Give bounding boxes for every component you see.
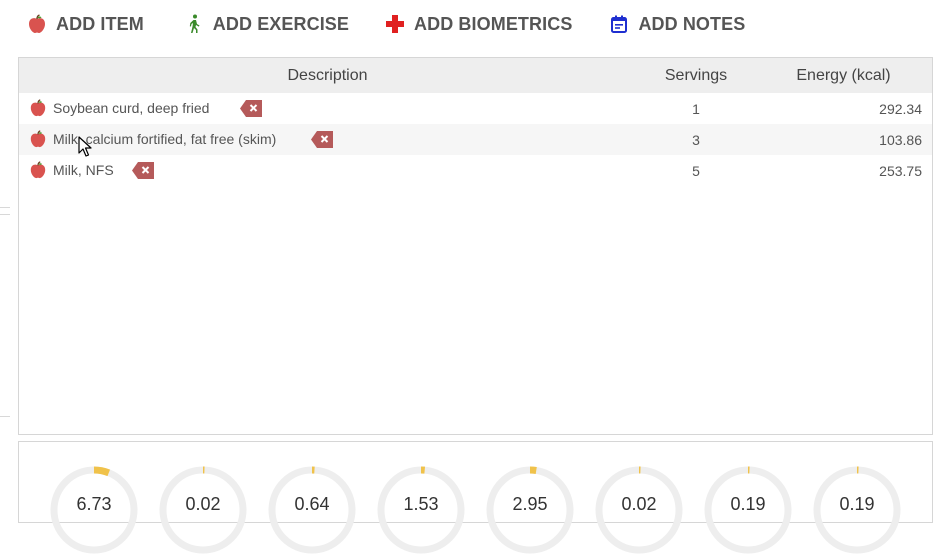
add-toolbar: ADD ITEM ADD EXERCISE ADD BIOMETRICS ADD… bbox=[26, 11, 745, 37]
add-biometrics-button[interactable]: ADD BIOMETRICS bbox=[384, 11, 572, 37]
energy-cell: 253.75 bbox=[879, 163, 922, 179]
nutrient-summary-panel: 6.73 0.02 0.64 1.53 2.95 0.02 0.19 0.19 bbox=[18, 441, 933, 554]
apple-icon bbox=[26, 13, 48, 35]
nutrient-gauge[interactable]: 6.73 bbox=[48, 464, 140, 556]
food-description[interactable]: Milk, NFS bbox=[53, 162, 114, 178]
add-biometrics-label: ADD BIOMETRICS bbox=[414, 13, 573, 34]
calendar-notes-icon bbox=[608, 13, 630, 35]
apple-icon bbox=[29, 161, 47, 179]
add-exercise-label: ADD EXERCISE bbox=[212, 13, 350, 34]
add-notes-button[interactable]: ADD NOTES bbox=[608, 11, 745, 37]
gauge-value: 0.19 bbox=[730, 494, 766, 514]
delete-item-button[interactable] bbox=[240, 100, 262, 117]
add-exercise-button[interactable]: ADD EXERCISE bbox=[183, 11, 349, 37]
gauge-value: 1.53 bbox=[403, 494, 439, 514]
energy-cell: 292.34 bbox=[879, 101, 922, 117]
nutrient-gauge[interactable]: 0.64 bbox=[266, 464, 358, 556]
medical-cross-icon bbox=[384, 13, 406, 35]
nutrient-gauge[interactable]: 0.02 bbox=[157, 464, 249, 556]
table-header: Description Servings Energy (kcal) bbox=[19, 58, 932, 93]
table-row[interactable]: Milk, NFS 5 253.75 bbox=[19, 155, 932, 186]
food-description[interactable]: Soybean curd, deep fried bbox=[53, 100, 209, 116]
nutrient-gauge[interactable]: 0.02 bbox=[593, 464, 685, 556]
servings-cell[interactable]: 1 bbox=[636, 101, 756, 117]
table-row[interactable]: Milk, calcium fortified, fat free (skim)… bbox=[19, 124, 932, 155]
left-guide-mark bbox=[0, 214, 10, 215]
mouse-cursor-icon bbox=[78, 136, 92, 157]
energy-column-header[interactable]: Energy (kcal) bbox=[776, 67, 911, 85]
gauge-value: 0.64 bbox=[294, 494, 330, 514]
add-item-label: ADD ITEM bbox=[56, 13, 144, 34]
gauge-value: 0.02 bbox=[621, 494, 657, 514]
servings-cell[interactable]: 3 bbox=[636, 132, 756, 148]
add-item-button[interactable]: ADD ITEM bbox=[26, 11, 144, 37]
gauge-value: 0.02 bbox=[185, 494, 221, 514]
walking-person-icon bbox=[183, 13, 205, 35]
servings-column-header[interactable]: Servings bbox=[636, 67, 756, 85]
nutrient-gauge[interactable]: 0.19 bbox=[811, 464, 903, 556]
apple-icon bbox=[29, 130, 47, 148]
delete-item-button[interactable] bbox=[311, 131, 333, 148]
gauge-value: 2.95 bbox=[512, 494, 548, 514]
gauge-value: 0.19 bbox=[839, 494, 875, 514]
nutrient-gauge[interactable]: 2.95 bbox=[484, 464, 576, 556]
servings-cell[interactable]: 5 bbox=[636, 163, 756, 179]
nutrient-gauge[interactable]: 0.19 bbox=[702, 464, 794, 556]
description-column-header[interactable]: Description bbox=[19, 67, 636, 85]
gauge-value: 6.73 bbox=[76, 494, 112, 514]
energy-cell: 103.86 bbox=[879, 132, 922, 148]
table-row[interactable]: Soybean curd, deep fried 1 292.34 bbox=[19, 93, 932, 124]
left-guide-mark bbox=[0, 416, 10, 417]
add-notes-label: ADD NOTES bbox=[638, 13, 746, 34]
apple-icon bbox=[29, 99, 47, 117]
nutrient-gauge[interactable]: 1.53 bbox=[375, 464, 467, 556]
delete-item-button[interactable] bbox=[132, 162, 154, 179]
food-diary-table: Description Servings Energy (kcal) Soybe… bbox=[18, 57, 933, 435]
left-guide-mark bbox=[0, 207, 10, 208]
